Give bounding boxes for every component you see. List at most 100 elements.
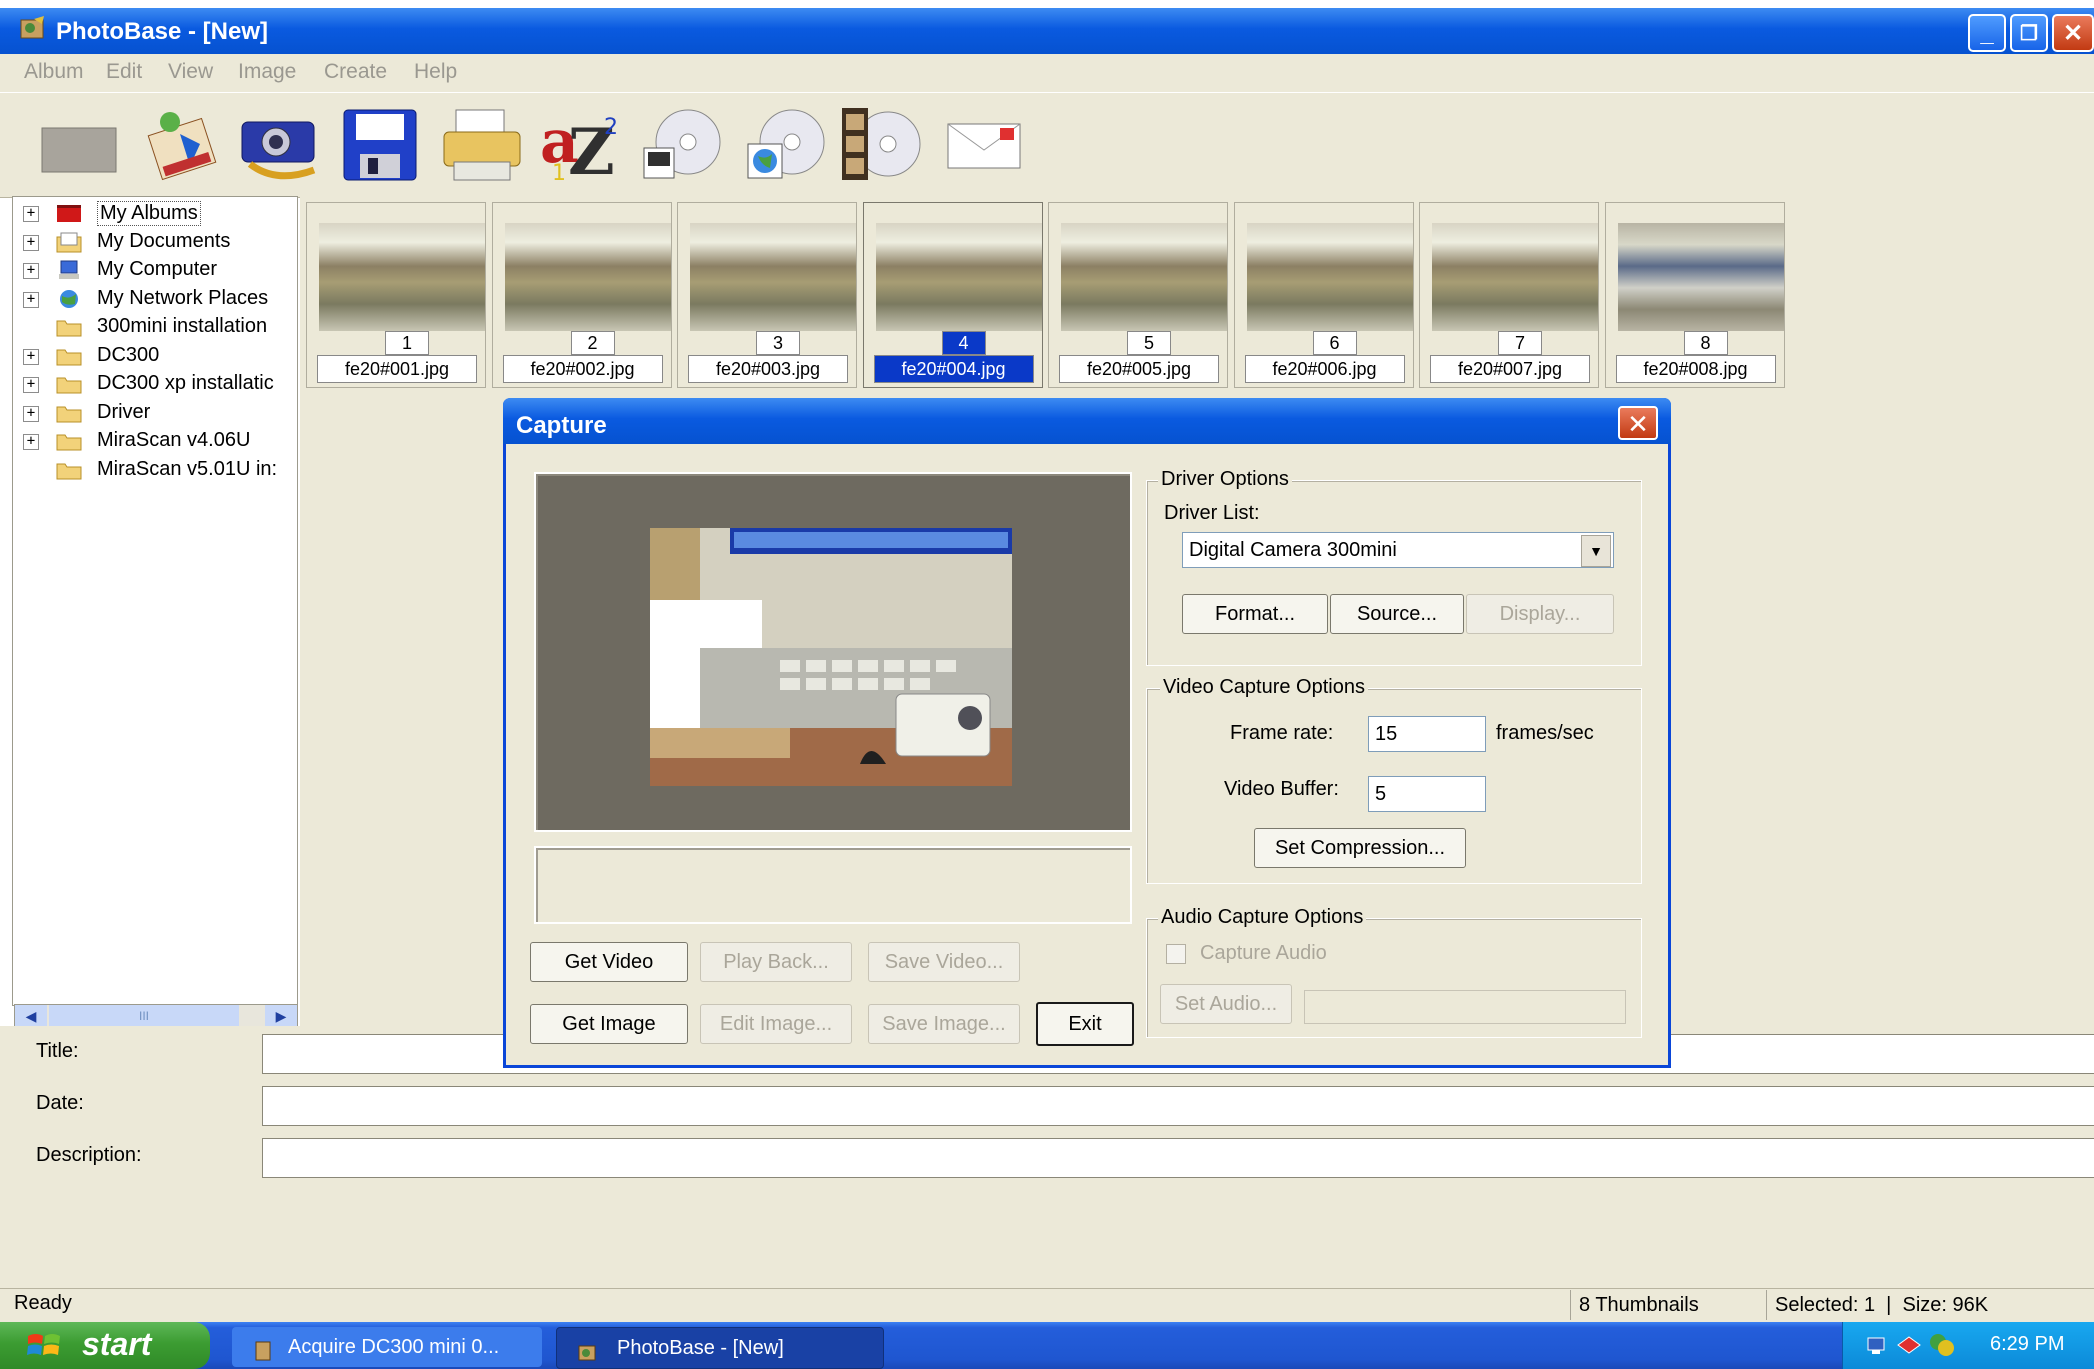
audio-capture-options-title: Audio Capture Options <box>1158 906 1367 929</box>
sort-az-icon[interactable]: aZ12 <box>538 104 622 190</box>
blank-tool-icon[interactable] <box>36 104 120 184</box>
thumbnail-image <box>319 223 485 331</box>
video-capture-options-title: Video Capture Options <box>1160 676 1368 699</box>
printer-icon[interactable] <box>440 104 524 184</box>
scroll-left-button[interactable]: ◀ <box>15 1005 47 1027</box>
exit-button[interactable]: Exit <box>1036 1002 1134 1046</box>
get-video-button[interactable]: Get Video <box>530 942 688 982</box>
format-button[interactable]: Format... <box>1182 594 1328 634</box>
thumbnail-number: 4 <box>941 331 986 355</box>
tree-item[interactable]: + MiraScan v4.06U <box>13 427 297 455</box>
set-audio-button[interactable]: Set Audio... <box>1160 984 1292 1024</box>
tree-item-label: My Computer <box>97 258 218 280</box>
expand-icon[interactable]: + <box>23 348 39 365</box>
date-label: Date: <box>36 1092 84 1114</box>
photobase-app-icon <box>577 1337 599 1361</box>
email-icon[interactable] <box>942 104 1026 184</box>
expand-icon[interactable]: + <box>23 377 39 393</box>
svg-text:2: 2 <box>604 115 618 140</box>
thumbnail-image <box>1246 223 1413 331</box>
date-field[interactable] <box>262 1086 2094 1126</box>
menu-edit[interactable]: Edit <box>106 60 142 84</box>
thumbnail[interactable]: 7 fe20#007.jpg <box>1419 202 1599 388</box>
tree-item-label: My Network Places <box>97 286 269 309</box>
thumbnail-number: 5 <box>1127 331 1171 355</box>
scroll-thumb[interactable]: III <box>49 1005 239 1027</box>
start-button[interactable]: start <box>0 1322 210 1369</box>
display-button[interactable]: Display... <box>1466 594 1614 634</box>
software-tray-icon[interactable] <box>1928 1332 1956 1358</box>
tree-item-label: MiraScan v4.06U <box>97 429 251 451</box>
expand-icon[interactable]: + <box>23 263 39 279</box>
menu-image[interactable]: Image <box>238 60 296 84</box>
edit-image-button[interactable]: Edit Image... <box>700 1004 852 1044</box>
thumbnail-filename: fe20#002.jpg <box>502 355 663 383</box>
documents-icon <box>55 231 83 253</box>
taskbar-item-label: Acquire DC300 mini 0... <box>288 1336 500 1358</box>
folder-tree[interactable]: + My Albums + My Documents + My Computer + My N… <box>12 196 298 1006</box>
menu-create[interactable]: Create <box>324 60 387 84</box>
expand-icon[interactable]: + <box>23 405 39 422</box>
network-tray-icon[interactable] <box>1866 1334 1888 1356</box>
tree-item[interactable]: + My Computer <box>13 256 297 284</box>
tree-item[interactable]: + DC300 <box>13 342 297 370</box>
expand-icon[interactable]: + <box>23 234 39 251</box>
restore-button[interactable]: ❐ <box>2010 14 2048 52</box>
camera-icon[interactable] <box>236 104 320 184</box>
tree-item-label: MiraScan v5.01U in: <box>97 457 278 480</box>
thumbnail-filename: fe20#007.jpg <box>1430 355 1590 383</box>
capture-dialog-close-button[interactable]: ✕ <box>1618 406 1658 440</box>
capture-dialog-title-bar[interactable] <box>503 398 1671 444</box>
expand-icon[interactable]: + <box>23 434 39 450</box>
tree-item[interactable]: + Driver <box>13 399 297 427</box>
driver-list-select[interactable]: Digital Camera 300mini ▼ <box>1182 532 1614 568</box>
tree-item-label: My Documents <box>97 229 231 252</box>
thumbnail[interactable]: 6 fe20#006.jpg <box>1233 202 1414 388</box>
thumbnail[interactable]: 8 fe20#008.jpg <box>1604 202 1785 388</box>
tree-horizontal-scrollbar[interactable]: ◀ III ▶ <box>14 1004 298 1028</box>
thumbnail[interactable]: 2 fe20#002.jpg <box>491 202 672 388</box>
tree-item[interactable]: MiraScan v5.01U in: <box>13 456 297 484</box>
thumbnail-number: 1 <box>385 331 429 355</box>
thumbnail[interactable]: 3 fe20#003.jpg <box>677 202 857 388</box>
title-bar[interactable] <box>0 8 2094 54</box>
thumbnail[interactable]: 1 fe20#001.jpg <box>306 202 486 388</box>
scroll-right-button[interactable]: ▶ <box>265 1005 297 1027</box>
save-video-button[interactable]: Save Video... <box>868 942 1020 982</box>
tree-item[interactable]: + My Network Places <box>13 285 297 313</box>
set-compression-button[interactable]: Set Compression... <box>1254 828 1466 868</box>
taskbar-item-acquire[interactable]: Acquire DC300 mini 0... <box>232 1327 542 1367</box>
tree-item[interactable]: 300mini installation <box>13 313 297 341</box>
menu-album[interactable]: Album <box>24 60 84 84</box>
close-button[interactable]: ✕ <box>2052 14 2094 52</box>
frame-rate-input[interactable]: 15 <box>1368 716 1486 752</box>
capture-audio-checkbox[interactable] <box>1166 944 1186 964</box>
expand-icon[interactable]: + <box>23 206 39 222</box>
get-image-button[interactable]: Get Image <box>530 1004 688 1044</box>
tree-item[interactable]: + My Documents <box>13 228 297 256</box>
taskbar-item-photobase[interactable]: PhotoBase - [New] <box>556 1327 884 1369</box>
minimize-button[interactable]: _ <box>1968 14 2006 52</box>
save-image-button[interactable]: Save Image... <box>868 1004 1020 1044</box>
menu-help[interactable]: Help <box>414 60 457 84</box>
play-back-button[interactable]: Play Back... <box>700 942 852 982</box>
thumbnail-image <box>1617 223 1784 331</box>
source-button[interactable]: Source... <box>1330 594 1464 634</box>
tree-item[interactable]: + My Albums <box>13 199 297 227</box>
thumbnail-image <box>875 223 1042 331</box>
chevron-down-icon[interactable]: ▼ <box>1581 535 1611 567</box>
save-disk-icon[interactable] <box>338 104 422 184</box>
menu-view[interactable]: View <box>168 60 213 84</box>
cd-web-icon[interactable] <box>744 104 828 184</box>
music-album-icon[interactable] <box>140 104 224 184</box>
thumbnail[interactable]: 4 fe20#004.jpg <box>862 202 1043 388</box>
cd-image-icon[interactable] <box>640 104 724 184</box>
album-icon <box>55 202 83 224</box>
description-field[interactable] <box>262 1138 2094 1178</box>
video-buffer-input[interactable]: 5 <box>1368 776 1486 812</box>
tree-item[interactable]: + DC300 xp installatic <box>13 370 297 398</box>
expand-icon[interactable]: + <box>23 291 39 308</box>
connection-tray-icon[interactable] <box>1896 1334 1922 1356</box>
cd-video-icon[interactable] <box>838 104 922 184</box>
thumbnail[interactable]: 5 fe20#005.jpg <box>1048 202 1228 388</box>
